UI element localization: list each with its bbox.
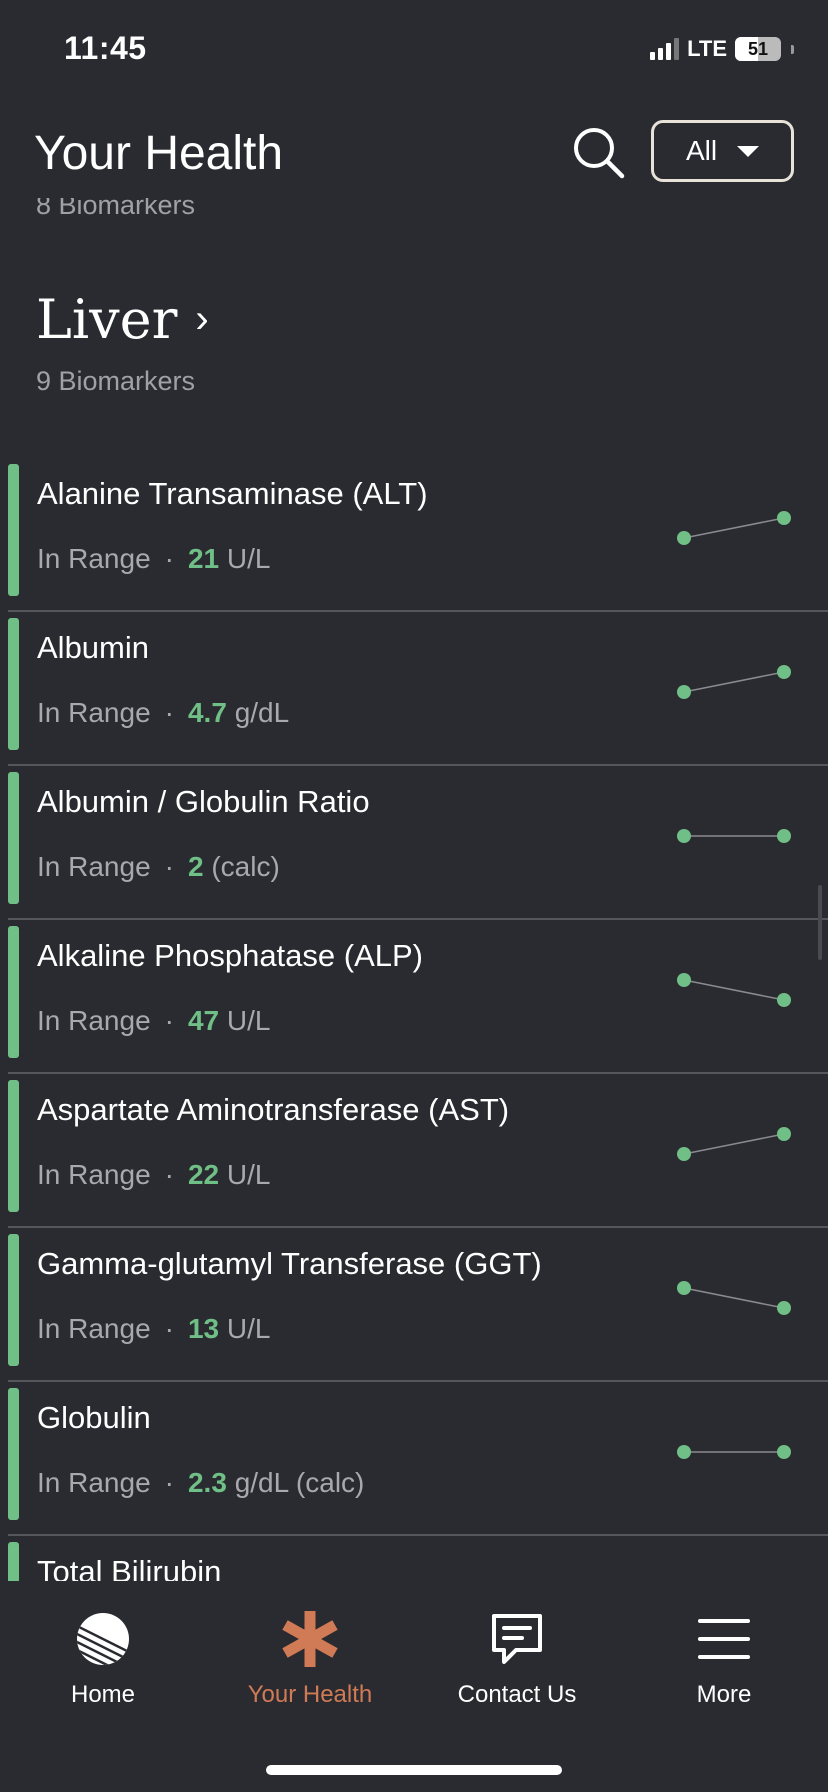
biomarker-row[interactable]: Globulin In Range · 2.3 g/dL (calc) bbox=[0, 1382, 828, 1536]
previous-section-count: 8 Biomarkers bbox=[36, 198, 196, 220]
tab-more[interactable]: More bbox=[624, 1607, 824, 1709]
network-type: LTE bbox=[687, 36, 727, 61]
trend-sparkline bbox=[677, 973, 791, 1007]
tab-label: Home bbox=[70, 1681, 136, 1708]
biomarker-name: Gamma-glutamyl Transferase (GGT) bbox=[37, 1246, 542, 1281]
section-title: Liver bbox=[36, 288, 178, 351]
caret-down-icon bbox=[737, 145, 760, 157]
search-button[interactable] bbox=[570, 124, 628, 182]
biomarker-name: Total Bilirubin bbox=[37, 1554, 222, 1581]
biomarker-row[interactable]: Alkaline Phosphatase (ALP) In Range · 47 U… bbox=[0, 920, 828, 1074]
biomarker-unit: U/L bbox=[226, 1005, 271, 1036]
filter-dropdown[interactable]: All bbox=[651, 120, 794, 182]
biomarker-row[interactable]: Total Bilirubin bbox=[0, 1536, 828, 1581]
biomarker-unit: U/L bbox=[226, 543, 271, 574]
biomarker-value: 47 bbox=[187, 1005, 220, 1036]
status-indicators: LTE 51 bbox=[650, 36, 794, 62]
page-title: Your Health bbox=[34, 127, 284, 180]
home-icon bbox=[71, 1607, 135, 1671]
range-indicator bbox=[8, 618, 19, 750]
biomarker-row[interactable]: Aspartate Aminotransferase (AST) In Rang… bbox=[0, 1074, 828, 1228]
biomarker-unit: U/L bbox=[226, 1159, 271, 1190]
tab-label: Contact Us bbox=[457, 1681, 577, 1708]
section-count: 9 Biomarkers bbox=[36, 366, 196, 396]
biomarker-name: Alanine Transaminase (ALT) bbox=[37, 476, 428, 511]
menu-icon bbox=[692, 1607, 756, 1671]
biomarker-name: Albumin / Globulin Ratio bbox=[37, 784, 370, 819]
filter-label: All bbox=[685, 135, 718, 166]
biomarker-list: Alanine Transaminase (ALT) In Range · 21 U… bbox=[0, 458, 828, 1581]
biomarker-status: In Range · 2 (calc) bbox=[37, 851, 280, 882]
biomarker-status: In Range · 2.3 g/dL (calc) bbox=[37, 1467, 365, 1498]
biomarker-row[interactable]: Albumin In Range · 4.7 g/dL bbox=[0, 612, 828, 766]
biomarker-value: 21 bbox=[187, 543, 220, 574]
biomarker-name: Globulin bbox=[37, 1400, 151, 1435]
biomarker-row[interactable]: Albumin / Globulin Ratio In Range · 2 (cal… bbox=[0, 766, 828, 920]
chevron-right-icon: › bbox=[195, 297, 209, 341]
section-title-liver[interactable]: Liver › bbox=[36, 288, 209, 351]
tab-home[interactable]: Home bbox=[3, 1607, 203, 1709]
asterisk-icon bbox=[278, 1607, 342, 1671]
status-bar: 11:45 LTE 51 bbox=[0, 0, 828, 100]
biomarker-unit: U/L bbox=[226, 1313, 271, 1344]
range-indicator bbox=[8, 1234, 19, 1366]
search-icon bbox=[574, 128, 625, 179]
biomarker-status: In Range · 4.7 g/dL bbox=[37, 697, 290, 728]
tab-your-health[interactable]: Your Health bbox=[210, 1607, 410, 1709]
biomarker-value: 22 bbox=[187, 1159, 220, 1190]
trend-sparkline bbox=[677, 1127, 791, 1161]
trend-sparkline bbox=[677, 1445, 791, 1459]
biomarker-status: In Range · 13 U/L bbox=[37, 1313, 271, 1344]
range-indicator bbox=[8, 464, 19, 596]
tab-bar: Home Your Health Contact Us More bbox=[0, 1581, 828, 1792]
trend-sparkline bbox=[677, 511, 791, 545]
biomarker-unit: (calc) bbox=[211, 851, 280, 882]
range-indicator bbox=[8, 1542, 19, 1581]
trend-sparkline bbox=[677, 829, 791, 843]
tab-label: Your Health bbox=[247, 1681, 373, 1708]
battery-icon: 51 bbox=[735, 37, 781, 61]
trend-sparkline bbox=[677, 665, 791, 699]
biomarker-value: 2.3 bbox=[187, 1467, 227, 1498]
tab-label: More bbox=[696, 1681, 752, 1708]
biomarker-status: In Range · 22 U/L bbox=[37, 1159, 271, 1190]
biomarker-value: 2 bbox=[187, 851, 204, 882]
range-indicator bbox=[8, 772, 19, 904]
biomarker-unit: g/dL (calc) bbox=[234, 1467, 365, 1498]
range-indicator bbox=[8, 1388, 19, 1520]
biomarker-value: 4.7 bbox=[187, 697, 227, 728]
biomarker-status: In Range · 47 U/L bbox=[37, 1005, 271, 1036]
trend-sparkline bbox=[677, 1281, 791, 1315]
tab-contact-us[interactable]: Contact Us bbox=[417, 1607, 617, 1709]
scrollbar[interactable] bbox=[818, 885, 822, 960]
biomarker-name: Albumin bbox=[37, 630, 149, 665]
home-indicator[interactable] bbox=[266, 1765, 562, 1775]
chat-icon bbox=[485, 1607, 549, 1671]
biomarker-row[interactable]: Alanine Transaminase (ALT) In Range · 21 U… bbox=[0, 458, 828, 612]
status-time: 11:45 bbox=[64, 30, 147, 66]
biomarker-row[interactable]: Gamma-glutamyl Transferase (GGT) In Rang… bbox=[0, 1228, 828, 1382]
signal-icon bbox=[650, 38, 680, 60]
biomarker-unit: g/dL bbox=[234, 697, 290, 728]
biomarker-name: Aspartate Aminotransferase (AST) bbox=[37, 1092, 510, 1127]
biomarker-value: 13 bbox=[187, 1313, 220, 1344]
biomarker-name: Alkaline Phosphatase (ALP) bbox=[37, 938, 424, 973]
range-indicator bbox=[8, 926, 19, 1058]
range-indicator bbox=[8, 1080, 19, 1212]
biomarker-status: In Range · 21 U/L bbox=[37, 543, 271, 574]
battery-level: 51 bbox=[747, 38, 769, 59]
